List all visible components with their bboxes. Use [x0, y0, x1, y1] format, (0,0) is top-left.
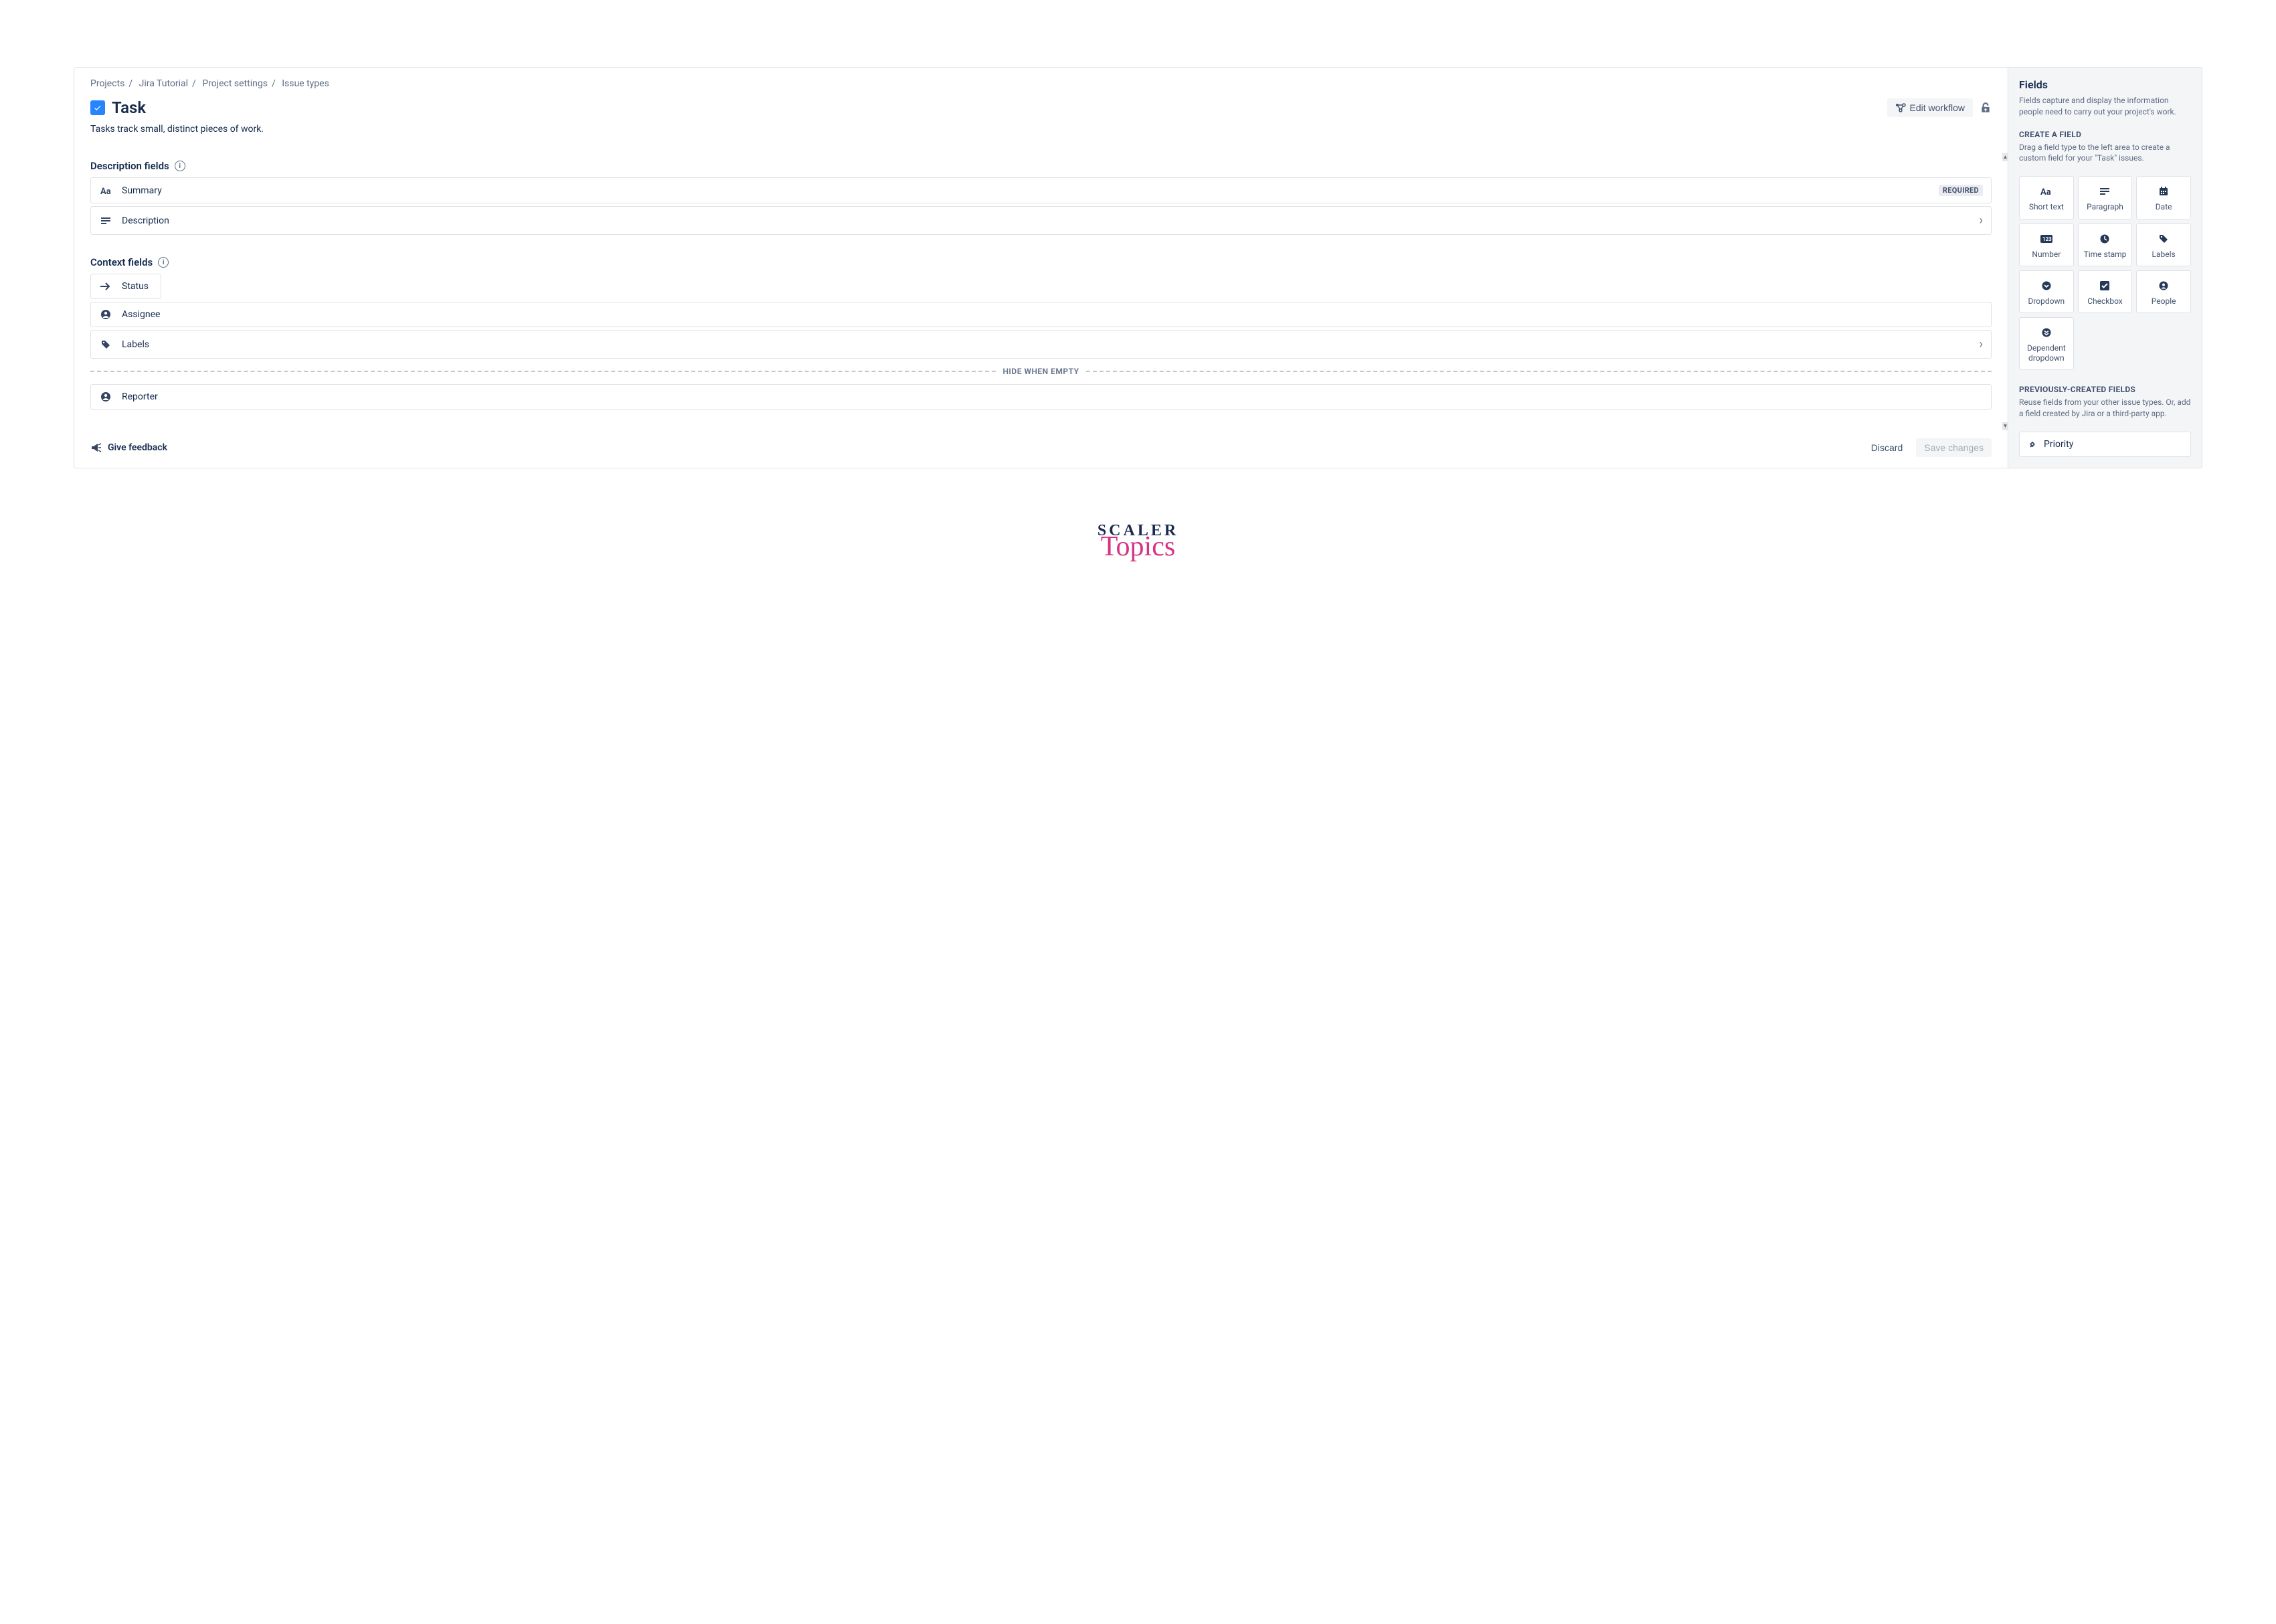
field-tile-dependent-dropdown[interactable]: Dependent dropdown: [2019, 317, 2074, 370]
description-fields-list: Aa Summary REQUIRED Description ›: [90, 177, 1992, 238]
title-wrap: Task: [90, 98, 146, 117]
context-fields-header: Context fields i: [90, 256, 1992, 268]
scroll-down-arrow[interactable]: ▼: [2002, 422, 2008, 430]
people-icon: [2139, 279, 2188, 292]
page-title: Task: [112, 98, 146, 117]
field-tile-paragraph[interactable]: Paragraph: [2078, 176, 2133, 219]
prev-field-priority[interactable]: Priority: [2019, 432, 2191, 457]
info-icon[interactable]: i: [175, 161, 185, 171]
field-row-description[interactable]: Description ›: [90, 206, 1992, 235]
create-field-description: Drag a field type to the left area to cr…: [2019, 142, 2191, 165]
footer: Give feedback Discard Save changes: [90, 428, 1992, 468]
breadcrumb-item[interactable]: Project settings: [202, 78, 268, 89]
field-row-reporter[interactable]: Reporter: [90, 384, 1992, 410]
sidebar-title: Fields: [2019, 78, 2191, 91]
give-feedback-button[interactable]: Give feedback: [90, 442, 167, 453]
field-tile-short-text[interactable]: Aa Short text: [2019, 176, 2074, 219]
page-header: Task Edit workflow: [90, 98, 1992, 117]
arrow-right-icon: [99, 282, 112, 290]
field-type-grid: Aa Short text Paragraph Date 123 Number …: [2019, 176, 2191, 370]
checkbox-icon: [2081, 279, 2129, 292]
dropdown-icon: [2022, 279, 2071, 292]
previously-created-heading: PREVIOUSLY-CREATED FIELDS: [2019, 385, 2191, 394]
svg-text:123: 123: [2042, 236, 2052, 242]
field-tile-timestamp[interactable]: Time stamp: [2078, 223, 2133, 266]
clock-icon: [2081, 232, 2129, 246]
paragraph-icon: [99, 217, 112, 224]
main-panel: Projects/ Jira Tutorial/ Project setting…: [74, 68, 2008, 468]
lock-icon[interactable]: [1980, 102, 1992, 114]
dependent-dropdown-icon: [2022, 326, 2071, 339]
issue-type-description: Tasks track small, distinct pieces of wo…: [90, 124, 1992, 134]
field-row-assignee[interactable]: Assignee: [90, 302, 1992, 327]
number-icon: 123: [2022, 232, 2071, 246]
field-tile-labels[interactable]: Labels: [2136, 223, 2191, 266]
field-tile-checkbox[interactable]: Checkbox: [2078, 270, 2133, 313]
workflow-icon: [1895, 102, 1906, 113]
field-tile-date[interactable]: Date: [2136, 176, 2191, 219]
person-icon: [99, 309, 112, 320]
field-tile-number[interactable]: 123 Number: [2019, 223, 2074, 266]
priority-icon: [2028, 440, 2037, 449]
chevron-right-icon: ›: [1980, 337, 1983, 351]
person-icon: [99, 391, 112, 402]
sidebar-description: Fields capture and display the informati…: [2019, 95, 2191, 118]
task-type-icon: [90, 100, 105, 115]
tag-icon: [99, 340, 112, 349]
fields-sidebar: ▲ ▼ Fields Fields capture and display th…: [2008, 68, 2202, 468]
paragraph-icon: [2081, 185, 2129, 198]
context-fields-list: Status Assignee Labels › HIDE WHEN EMPTY…: [90, 274, 1992, 412]
field-tile-people[interactable]: People: [2136, 270, 2191, 313]
breadcrumb-item[interactable]: Projects: [90, 78, 124, 89]
chevron-right-icon: ›: [1980, 213, 1983, 228]
header-actions: Edit workflow: [1887, 98, 1992, 117]
required-badge: REQUIRED: [1939, 185, 1983, 196]
discard-button[interactable]: Discard: [1863, 438, 1911, 457]
megaphone-icon: [90, 442, 102, 453]
previously-created-description: Reuse fields from your other issue types…: [2019, 397, 2191, 420]
field-tile-dropdown[interactable]: Dropdown: [2019, 270, 2074, 313]
breadcrumb-item[interactable]: Jira Tutorial: [139, 78, 188, 89]
hide-when-empty-divider: HIDE WHEN EMPTY: [90, 367, 1992, 376]
text-icon: Aa: [99, 186, 112, 195]
save-changes-button[interactable]: Save changes: [1916, 438, 1992, 457]
scaler-topics-logo: SCALER Topics: [74, 522, 2202, 563]
svg-text:Aa: Aa: [2040, 187, 2051, 196]
field-row-summary[interactable]: Aa Summary REQUIRED: [90, 177, 1992, 203]
scroll-up-arrow[interactable]: ▲: [2002, 153, 2008, 161]
info-icon[interactable]: i: [158, 257, 169, 268]
breadcrumb-item[interactable]: Issue types: [282, 78, 329, 89]
field-row-labels[interactable]: Labels ›: [90, 330, 1992, 359]
description-fields-header: Description fields i: [90, 160, 1992, 172]
create-field-heading: CREATE A FIELD: [2019, 130, 2191, 139]
field-row-status[interactable]: Status: [90, 274, 161, 299]
tag-icon: [2139, 232, 2188, 246]
calendar-icon: [2139, 185, 2188, 198]
text-icon: Aa: [2022, 185, 2071, 198]
edit-workflow-button[interactable]: Edit workflow: [1887, 98, 1973, 117]
breadcrumbs: Projects/ Jira Tutorial/ Project setting…: [90, 78, 1992, 89]
svg-text:Aa: Aa: [100, 187, 111, 195]
app-container: Projects/ Jira Tutorial/ Project setting…: [74, 67, 2202, 468]
